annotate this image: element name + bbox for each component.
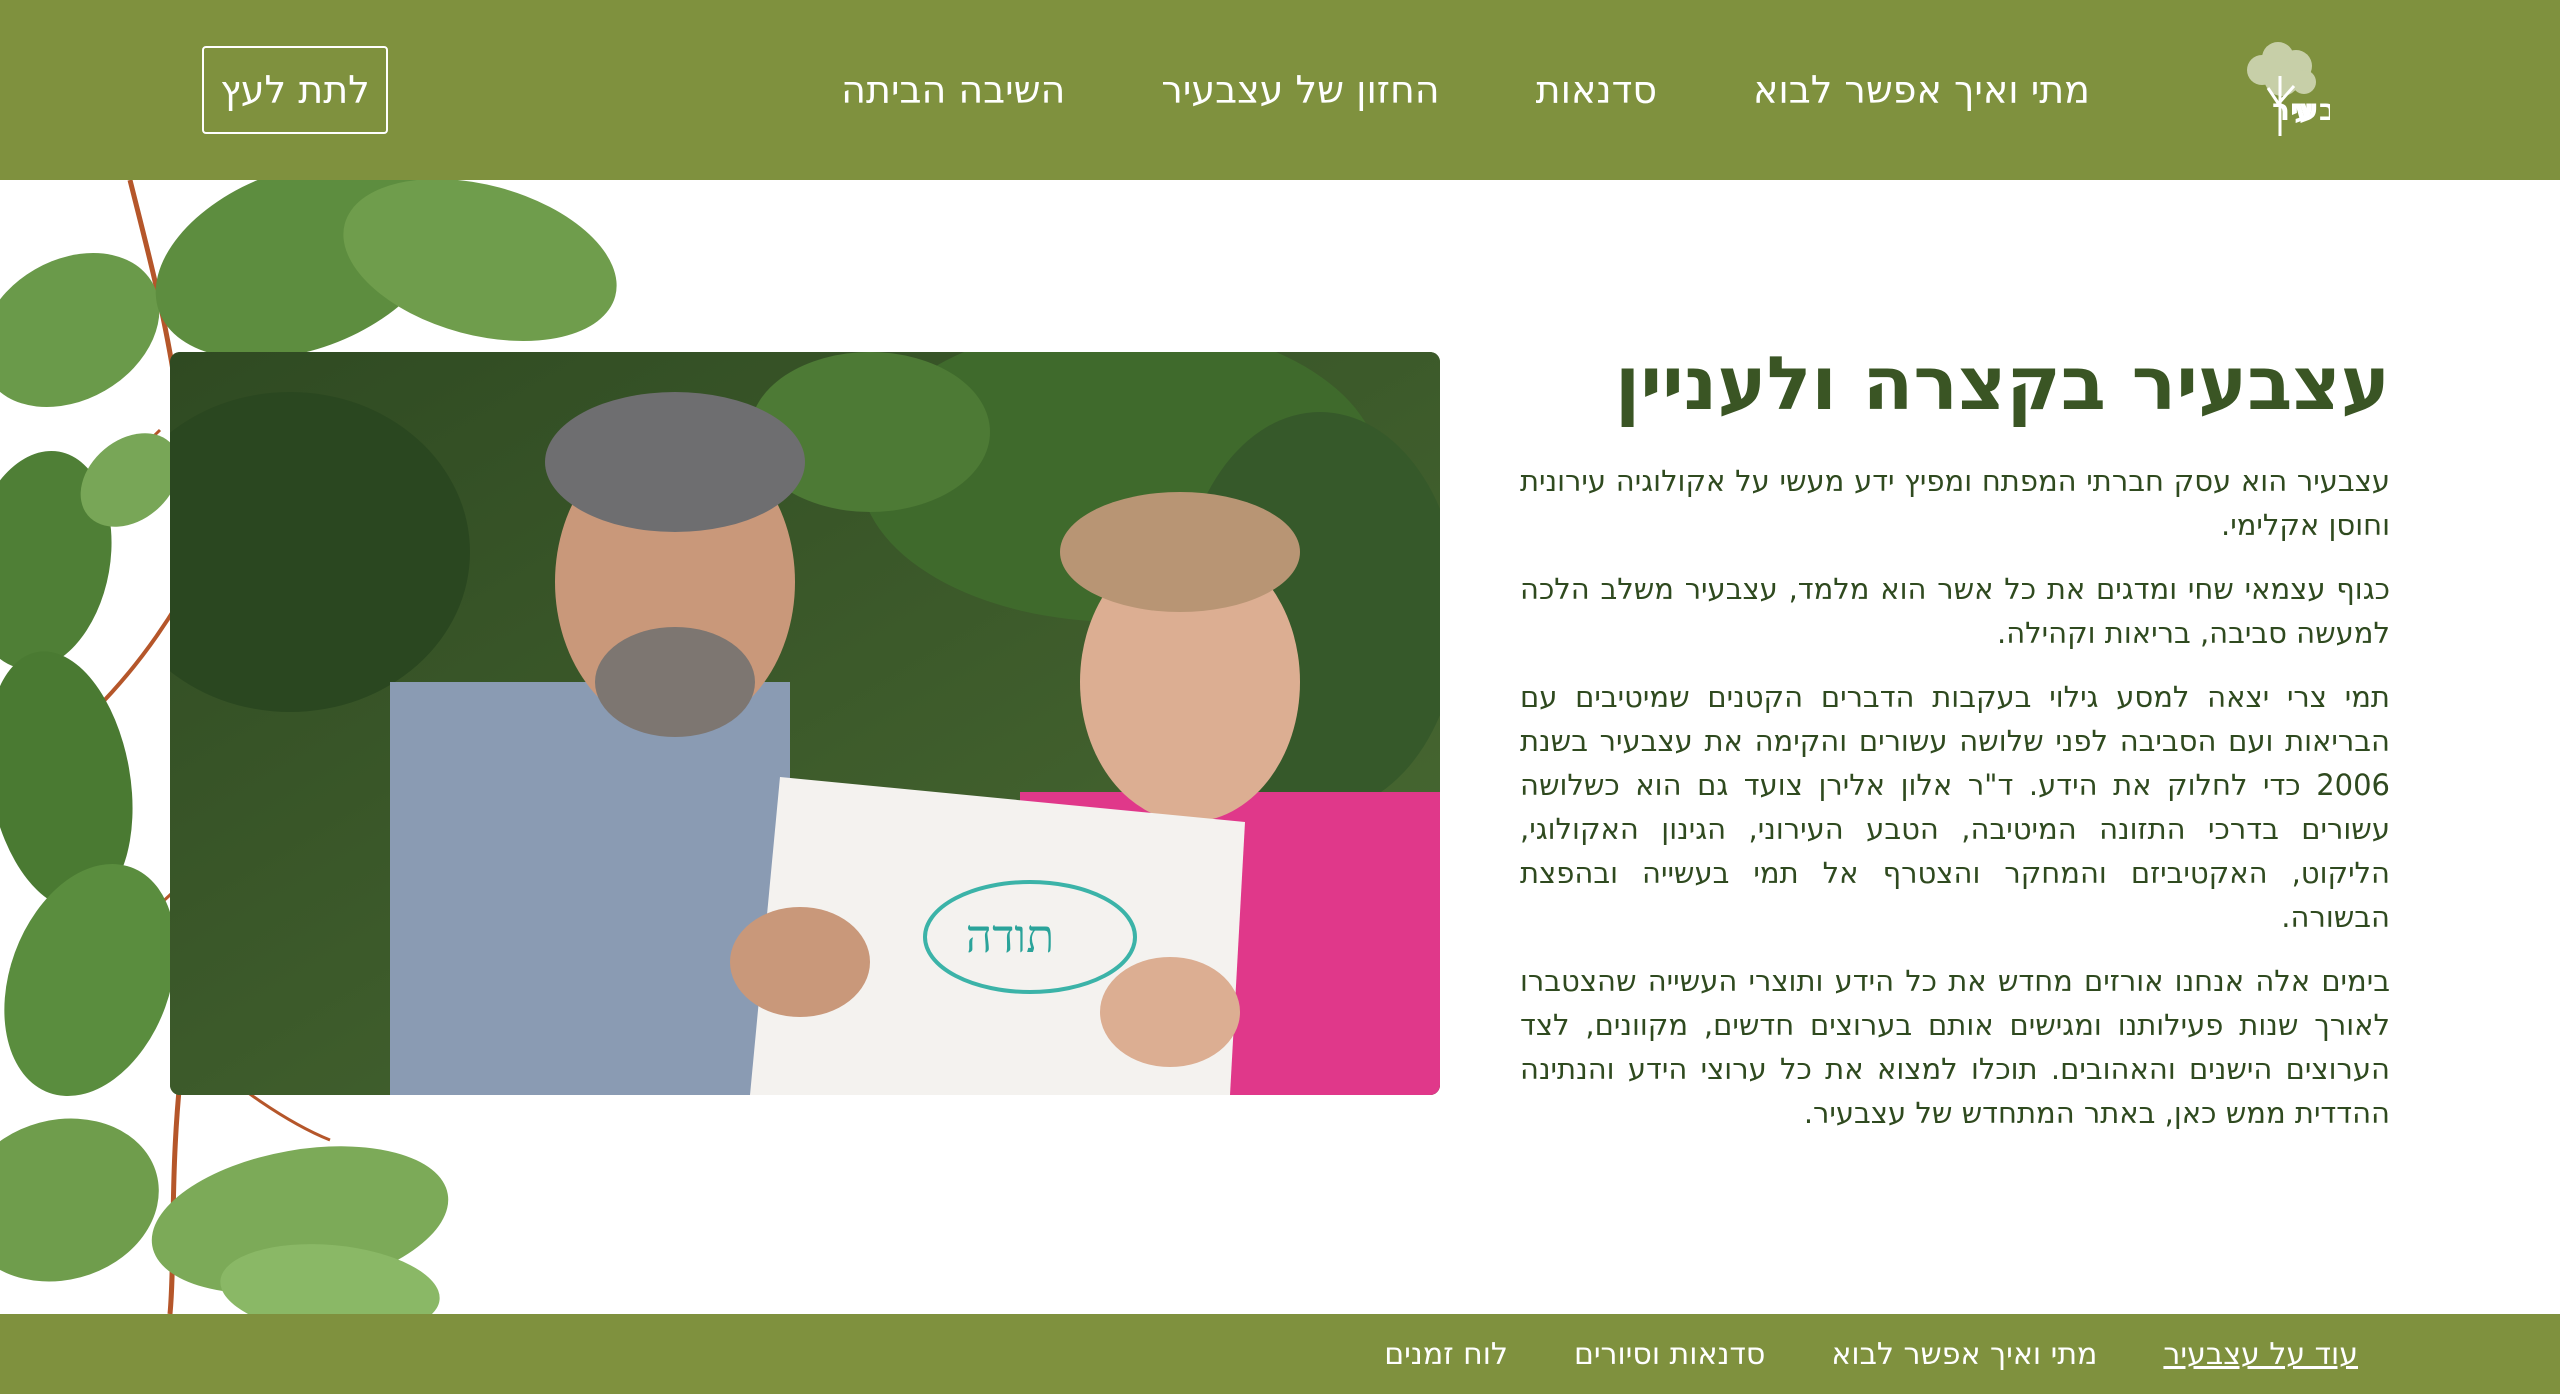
donate-button[interactable]: לתת לעץ [202, 46, 388, 134]
photo-card-text: תודה [966, 909, 1054, 963]
site-footer: עוד על עצבעיר מתי ואיך אפשר לבוא סדנאות … [0, 1314, 2560, 1394]
footer-link-about[interactable]: עוד על עצבעיר [2163, 1337, 2358, 1372]
about-paragraph: עצבעיר הוא עסק חברתי המפתח ומפיץ ידע מעש… [1520, 463, 2390, 542]
nav-item-vision[interactable]: החזון של עצבעיר [1161, 68, 1439, 112]
about-paragraph: תמי צרי יצאה למסע גילוי בעקבות הדברים הק… [1520, 679, 2390, 934]
nav-item-workshops[interactable]: סדנאות [1536, 68, 1657, 112]
main-nav: מתי ואיך אפשר לבוא סדנאות החזון של עצבעי… [841, 0, 2090, 180]
about-paragraph: בימים אלה אנחנו אורזים מחדש את כל הידע ו… [1520, 963, 2390, 1130]
site-header: בעיר ע מתי ואיך אפשר לבוא סדנאות החזון ש… [0, 0, 2560, 180]
nav-item-homecoming[interactable]: השיבה הביתה [841, 68, 1065, 112]
footer-link-schedule[interactable]: לוח זמנים [1384, 1337, 1508, 1372]
footer-nav: עוד על עצבעיר מתי ואיך אפשר לבוא סדנאות … [1384, 1314, 2358, 1394]
tree-logo-icon: בעיר ע [2247, 42, 2337, 136]
footer-link-visit[interactable]: מתי ואיך אפשר לבוא [1831, 1337, 2097, 1372]
founders-photo: תודה [170, 352, 1440, 1095]
svg-text:ע: ע [2294, 93, 2314, 128]
about-paragraph: כגוף עצמאי שחי ומדגים את כל אשר הוא מלמד… [1520, 571, 2390, 650]
site-logo[interactable]: בעיר ע [2200, 36, 2337, 146]
about-section: עצבעיר בקצרה ולעניין עצבעיר הוא עסק חברת… [1520, 340, 2390, 1155]
nav-item-visit[interactable]: מתי ואיך אפשר לבוא [1753, 68, 2090, 112]
page-title: עצבעיר בקצרה ולעניין [1614, 341, 2390, 427]
footer-link-workshops[interactable]: סדנאות וסיורים [1574, 1337, 1765, 1372]
